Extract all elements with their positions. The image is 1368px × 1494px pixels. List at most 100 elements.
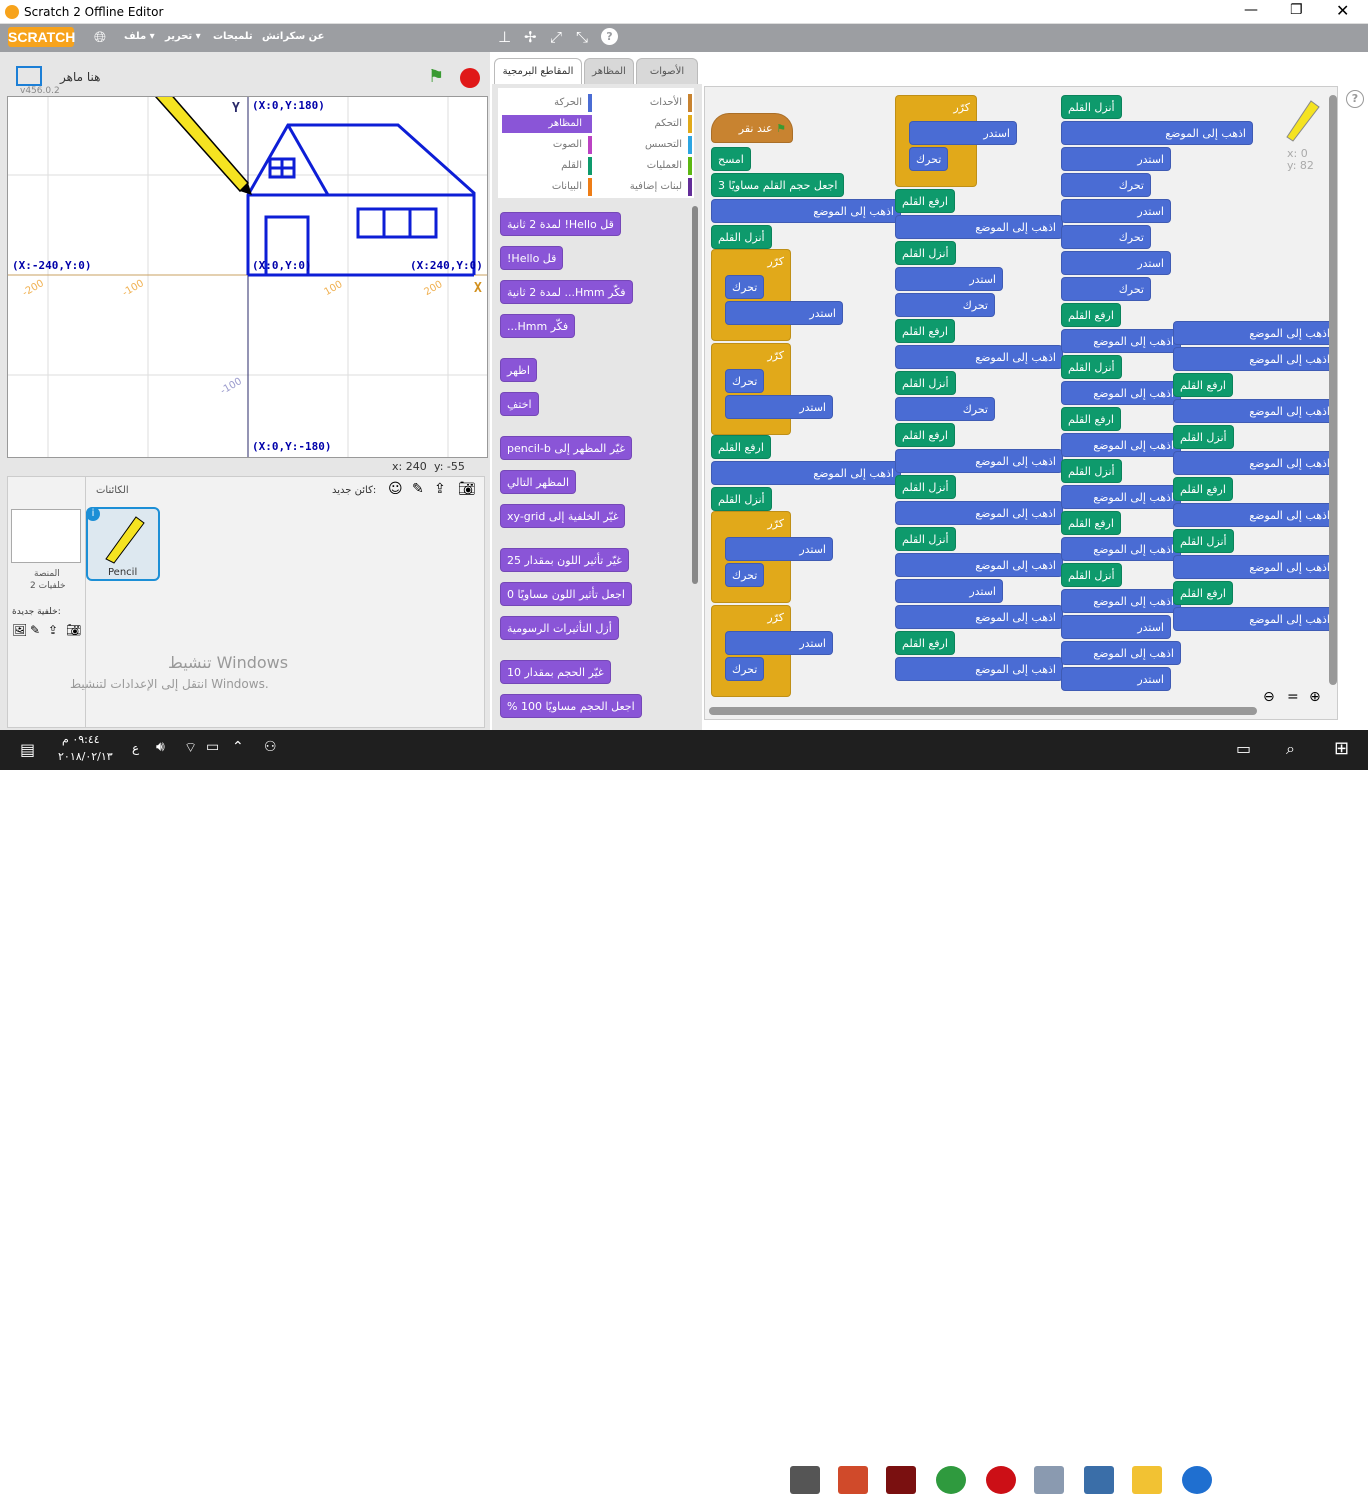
block-pen-down-9[interactable]: أنزل القلم bbox=[1061, 459, 1122, 483]
block-move-10[interactable]: تحرك bbox=[1061, 277, 1151, 301]
category-more-blocks[interactable]: لبنات إضافية bbox=[602, 178, 692, 196]
block-pen-up-2[interactable]: ارفع القلم bbox=[895, 189, 955, 213]
category-data[interactable]: البيانات bbox=[502, 178, 592, 196]
block-pen-up-5[interactable]: ارفع القلم bbox=[895, 631, 955, 655]
delete-icon[interactable]: ✢ bbox=[524, 28, 537, 46]
grow-icon[interactable]: ⤢ bbox=[550, 28, 562, 46]
category-motion[interactable]: الحركة bbox=[502, 94, 592, 112]
block-goto-1[interactable]: اذهب إلى الموضع bbox=[711, 199, 901, 223]
block-pen-down-3[interactable]: أنزل القلم bbox=[895, 241, 956, 265]
block-turn-6[interactable]: استدر bbox=[895, 267, 1003, 291]
tray-expand-icon[interactable]: ⌃ bbox=[232, 739, 244, 755]
block-think[interactable]: فكّر Hmm... bbox=[500, 314, 576, 338]
menu-about[interactable]: عن سكراتش bbox=[262, 31, 325, 42]
block-goto-2[interactable]: اذهب إلى الموضع bbox=[711, 461, 901, 485]
help-icon[interactable]: ? bbox=[601, 28, 618, 45]
menu-tips[interactable]: تلميحات bbox=[213, 31, 253, 42]
block-turn-9[interactable]: استدر bbox=[1061, 199, 1171, 223]
block-pen-up-11[interactable]: ارفع القلم bbox=[1173, 581, 1233, 605]
stop-icon[interactable] bbox=[460, 68, 480, 88]
globe-icon[interactable]: 🌐︎ bbox=[94, 28, 106, 46]
sprite-library-icon[interactable]: ☺ bbox=[388, 481, 403, 497]
sprite-paint-icon[interactable]: ✎ bbox=[412, 481, 424, 497]
block-turn-5[interactable]: استدر bbox=[909, 121, 1017, 145]
help-panel-icon[interactable]: ? bbox=[1346, 90, 1364, 108]
block-pen-down-11[interactable]: أنزل القلم bbox=[1173, 425, 1234, 449]
block-goto-8[interactable]: اذهب إلى الموضع bbox=[895, 605, 1063, 629]
block-pen-down-4[interactable]: أنزل القلم bbox=[895, 371, 956, 395]
block-goto-11[interactable]: اذهب إلى الموضع bbox=[1061, 329, 1181, 353]
zoom-out-icon[interactable]: ⊖ bbox=[1263, 689, 1275, 705]
script-vscrollbar[interactable] bbox=[1329, 95, 1337, 685]
block-goto-7[interactable]: اذهب إلى الموضع bbox=[895, 553, 1063, 577]
block-move-8[interactable]: تحرك bbox=[1061, 173, 1151, 197]
block-pen-up-8[interactable]: ارفع القلم bbox=[1061, 511, 1121, 535]
block-goto-17[interactable]: اذهب إلى الموضع bbox=[1061, 641, 1181, 665]
block-set-effect[interactable]: اجعل تأثير اللون مساويًا 0 bbox=[500, 582, 632, 606]
block-move-2[interactable]: تحرك bbox=[725, 369, 765, 393]
store-taskbar-icon[interactable] bbox=[1084, 1466, 1114, 1494]
block-next-costume[interactable]: المظهر التالي bbox=[500, 470, 577, 494]
block-pen-down-7[interactable]: أنزل القلم bbox=[1061, 95, 1122, 119]
block-goto-10[interactable]: اذهب إلى الموضع bbox=[1061, 121, 1253, 145]
block-pen-down-1[interactable]: أنزل القلم bbox=[711, 225, 772, 249]
presentation-mode-icon[interactable] bbox=[16, 66, 42, 86]
block-hide[interactable]: اختفِ bbox=[500, 392, 539, 416]
block-goto-15[interactable]: اذهب إلى الموضع bbox=[1061, 537, 1181, 561]
block-pen-up-7[interactable]: ارفع القلم bbox=[1061, 407, 1121, 431]
palette-scrollbar[interactable] bbox=[692, 206, 698, 584]
block-set-size[interactable]: اجعل الحجم مساويًا 100 % bbox=[500, 694, 642, 718]
block-goto-18[interactable]: اذهب إلى الموضع bbox=[1173, 321, 1337, 345]
notifications-icon[interactable]: ▤ bbox=[20, 740, 35, 759]
backdrop-brush-icon[interactable]: ✎ bbox=[30, 623, 40, 637]
adobe-taskbar-icon[interactable] bbox=[886, 1466, 916, 1494]
scratch-logo[interactable]: SCRATCH bbox=[8, 27, 75, 47]
block-goto-4[interactable]: اذهب إلى الموضع bbox=[895, 345, 1063, 369]
start-windows-icon[interactable]: ⊞ bbox=[1334, 738, 1349, 759]
battery-icon[interactable]: ▭ bbox=[206, 739, 219, 755]
office-taskbar-icon[interactable] bbox=[838, 1466, 868, 1494]
block-say-for-secs[interactable]: قل Hello! لمدة 2 ثانية bbox=[500, 212, 621, 236]
block-say[interactable]: قل Hello! bbox=[500, 246, 564, 270]
block-pen-up-9[interactable]: ارفع القلم bbox=[1173, 373, 1233, 397]
block-goto-22[interactable]: اذهب إلى الموضع bbox=[1173, 503, 1337, 527]
shrink-icon[interactable]: ⤡ bbox=[576, 28, 588, 46]
block-turn-2[interactable]: استدر bbox=[725, 395, 833, 419]
category-sensing[interactable]: التحسس bbox=[602, 136, 692, 154]
wifi-icon[interactable]: ⌔ bbox=[184, 739, 197, 757]
block-pen-down-12[interactable]: أنزل القلم bbox=[1173, 529, 1234, 553]
block-pen-up-3[interactable]: ارفع القلم bbox=[895, 319, 955, 343]
category-control[interactable]: التحكم bbox=[602, 115, 692, 133]
block-turn-4[interactable]: استدر bbox=[725, 631, 833, 655]
block-pen-up-4[interactable]: ارفع القلم bbox=[895, 423, 955, 447]
block-goto-14[interactable]: اذهب إلى الموضع bbox=[1061, 485, 1181, 509]
block-pen-up-10[interactable]: ارفع القلم bbox=[1173, 477, 1233, 501]
block-goto-20[interactable]: اذهب إلى الموضع bbox=[1173, 399, 1337, 423]
category-events[interactable]: الأحداث bbox=[602, 94, 692, 112]
block-when-flag-clicked[interactable]: ⚑ عند نقر bbox=[711, 113, 793, 143]
block-move-7[interactable]: تحرك bbox=[895, 397, 995, 421]
restore-button[interactable]: ❐ bbox=[1290, 2, 1303, 18]
block-goto-19[interactable]: اذهب إلى الموضع bbox=[1173, 347, 1337, 371]
stage-thumbnail[interactable] bbox=[11, 509, 81, 563]
project-title[interactable]: هنا ماهر bbox=[60, 70, 100, 84]
language-indicator[interactable]: ع bbox=[132, 741, 139, 755]
backdrop-paint-icon[interactable]: 🖼︎ bbox=[12, 623, 27, 637]
block-move-1[interactable]: تحرك bbox=[725, 275, 765, 299]
search-icon[interactable]: ⌕ bbox=[1286, 739, 1295, 759]
block-switch-costume[interactable]: غيّر المظهر إلى pencil-b bbox=[500, 436, 632, 460]
backdrop-upload-icon[interactable]: ⇪ bbox=[48, 623, 58, 637]
sprite-camera-icon[interactable]: 📷︎ bbox=[458, 481, 476, 497]
block-goto-6[interactable]: اذهب إلى الموضع bbox=[895, 501, 1063, 525]
block-think-for-secs[interactable]: فكّر Hmm... لمدة 2 ثانية bbox=[500, 280, 633, 304]
block-goto-16[interactable]: اذهب إلى الموضع bbox=[1061, 589, 1181, 613]
sprite-upload-icon[interactable]: ⇪ bbox=[434, 481, 446, 497]
block-goto-12[interactable]: اذهب إلى الموضع bbox=[1061, 381, 1181, 405]
category-pen[interactable]: القلم bbox=[502, 157, 592, 175]
script-area[interactable]: ⚑ عند نقر امسح اجعل حجم القلم مساويًا 3 … bbox=[704, 86, 1338, 720]
zoom-reset-icon[interactable]: = bbox=[1287, 689, 1299, 705]
block-goto-23[interactable]: اذهب إلى الموضع bbox=[1173, 555, 1337, 579]
block-move-5[interactable]: تحرك bbox=[909, 147, 949, 171]
block-goto-5[interactable]: اذهب إلى الموضع bbox=[895, 449, 1063, 473]
block-turn-10[interactable]: استدر bbox=[1061, 251, 1171, 275]
